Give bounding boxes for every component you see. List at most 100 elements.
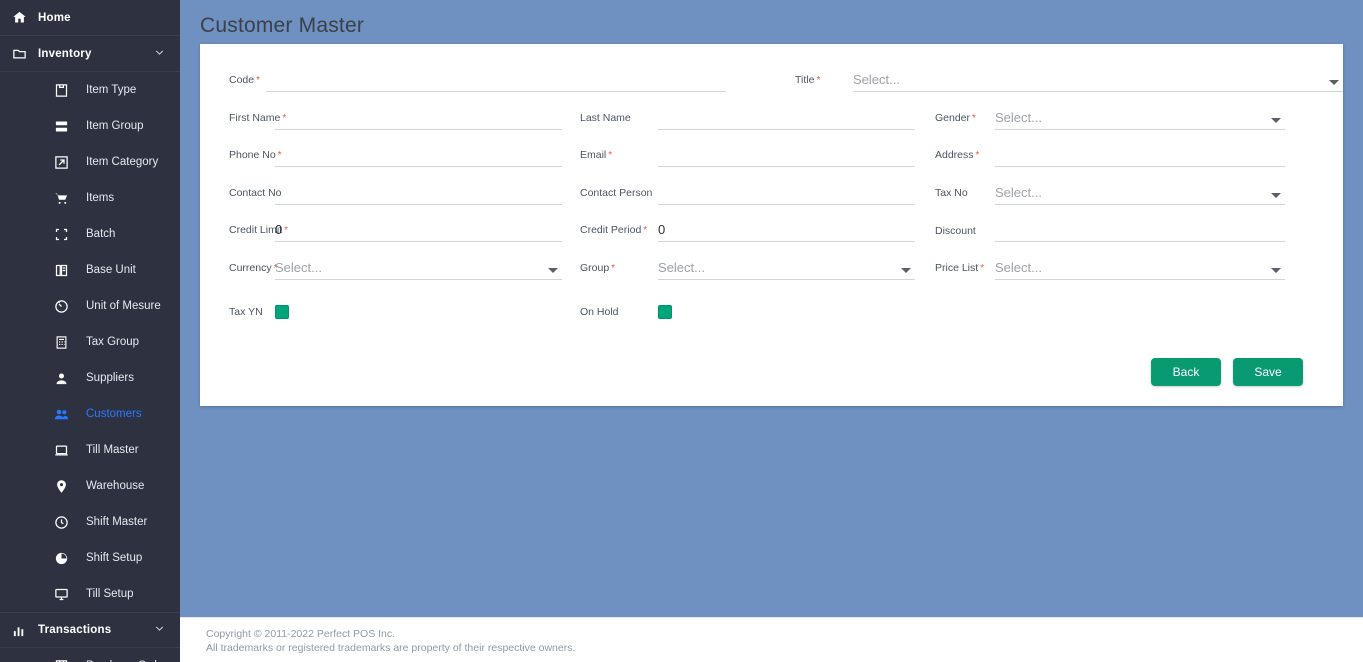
gender-select[interactable]: Select...: [995, 108, 1285, 130]
required-asterisk: *: [972, 112, 976, 124]
field-credit-limit: Credit Limit * 0: [200, 220, 562, 242]
sidebar-item-label: Item Group: [86, 120, 144, 132]
form-row-5: Credit Limit * 0 Credit Period * 0 Discoun…: [200, 220, 1343, 258]
on-hold-checkbox[interactable]: [658, 305, 672, 319]
field-value: 0: [275, 222, 283, 237]
folder-icon: [12, 46, 38, 61]
sidebar-item-warehouse[interactable]: Warehouse: [0, 468, 180, 504]
field-label: Tax No: [935, 187, 968, 199]
item-type-icon: [52, 81, 70, 99]
chevron-down-icon: [1271, 117, 1281, 123]
field-label: Email *: [580, 149, 613, 161]
customer-master-form-card: Code * Title * Select... First Name * La…: [200, 44, 1343, 406]
save-button[interactable]: Save: [1233, 358, 1303, 386]
field-label: Gender *: [935, 111, 976, 124]
last-name-input[interactable]: [658, 108, 915, 130]
code-input[interactable]: [266, 70, 726, 92]
sidebar-item-shift-master[interactable]: Shift Master: [0, 504, 180, 540]
field-placeholder: Select...: [275, 259, 322, 275]
chevron-down-icon: [1271, 192, 1281, 198]
sidebar-group-transactions[interactable]: Transactions: [0, 612, 180, 648]
person-icon: [52, 369, 70, 387]
field-label: Phone No *: [229, 149, 282, 161]
chevron-down-icon: [153, 622, 166, 638]
form-row-7: Tax YN On Hold: [200, 295, 1343, 329]
document-icon: [52, 657, 70, 662]
sidebar-group-inventory[interactable]: Inventory: [0, 36, 180, 72]
first-name-input[interactable]: [275, 108, 562, 130]
sidebar-item-item-group[interactable]: Item Group: [0, 108, 180, 144]
sidebar: Home Inventory Item Type Item Group Item…: [0, 0, 180, 662]
contact-no-input[interactable]: [275, 183, 562, 205]
field-label: Contact No: [229, 187, 282, 199]
field-label: Currency *: [229, 261, 278, 274]
calculator-icon: [52, 333, 70, 351]
sidebar-item-batch[interactable]: Batch: [0, 216, 180, 252]
field-placeholder: Select...: [853, 72, 900, 87]
customer-form: Code * Title * Select... First Name * La…: [200, 44, 1343, 406]
discount-input[interactable]: [995, 220, 1285, 242]
sidebar-item-suppliers[interactable]: Suppliers: [0, 360, 180, 396]
group-select[interactable]: Select...: [658, 258, 915, 280]
sidebar-item-item-category[interactable]: Item Category: [0, 144, 180, 180]
sidebar-item-till-setup[interactable]: Till Setup: [0, 576, 180, 612]
sidebar-item-purchase-order[interactable]: Purchase Order: [0, 648, 180, 662]
chevron-down-icon: [1329, 80, 1339, 85]
address-input[interactable]: [995, 145, 1285, 167]
sidebar-item-item-type[interactable]: Item Type: [0, 72, 180, 108]
sidebar-item-customers[interactable]: Customers: [0, 396, 180, 432]
field-label: Code *: [229, 74, 261, 86]
title-select[interactable]: Select...: [853, 70, 1343, 92]
contact-person-input[interactable]: [658, 183, 915, 205]
form-action-buttons: Back Save: [1151, 358, 1303, 386]
field-title: Title * Select...: [795, 70, 1343, 92]
tax-no-select[interactable]: Select...: [995, 183, 1285, 205]
credit-limit-input[interactable]: 0: [275, 220, 562, 242]
chevron-down-icon: [1271, 267, 1281, 273]
field-label: Discount: [935, 224, 976, 237]
sidebar-item-base-unit[interactable]: Base Unit: [0, 252, 180, 288]
field-tax-yn: Tax YN: [200, 305, 289, 319]
field-group: Group * Select...: [580, 258, 915, 280]
clock-refresh-icon: [52, 513, 70, 531]
field-contact-person: Contact Person: [580, 183, 915, 205]
sidebar-item-label: Tax Group: [86, 336, 140, 348]
sidebar-item-unit-of-mesure[interactable]: Unit of Mesure: [0, 288, 180, 324]
sidebar-item-items[interactable]: Items: [0, 180, 180, 216]
required-asterisk: *: [608, 150, 613, 161]
main-content: Customer Master Code* Title* Select...: [180, 0, 1363, 662]
field-label: Address *: [935, 149, 980, 161]
sidebar-item-label: Shift Setup: [86, 552, 143, 564]
email-input[interactable]: [658, 145, 915, 167]
required-asterisk: *: [611, 262, 616, 274]
sidebar-item-label: Item Type: [86, 84, 137, 96]
sidebar-item-label: Batch: [86, 228, 116, 240]
back-button[interactable]: Back: [1151, 358, 1221, 386]
base-unit-icon: [52, 261, 70, 279]
phone-no-input[interactable]: [275, 145, 562, 167]
price-list-select[interactable]: Select...: [995, 258, 1285, 280]
field-currency: Currency * Select...: [200, 258, 562, 280]
field-placeholder: Select...: [995, 259, 1042, 275]
tax-yn-checkbox[interactable]: [275, 305, 289, 319]
sidebar-item-label: Suppliers: [86, 372, 134, 384]
required-asterisk: *: [256, 75, 261, 86]
field-phone-no: Phone No *: [200, 145, 562, 167]
copyright-line-2: All trademarks or registered trademarks …: [206, 642, 576, 654]
field-tax-no: Tax No Select...: [935, 183, 1285, 205]
map-pin-icon: [52, 477, 70, 495]
cart-icon: [52, 189, 70, 207]
sidebar-item-label: Items: [86, 192, 115, 204]
sidebar-item-shift-setup[interactable]: Shift Setup: [0, 540, 180, 576]
sidebar-item-label: Shift Master: [86, 516, 148, 528]
sidebar-item-home[interactable]: Home: [0, 0, 180, 36]
item-category-icon: [52, 153, 70, 171]
sidebar-item-tax-group[interactable]: Tax Group: [0, 324, 180, 360]
copyright-line-1: Copyright © 2011-2022 Perfect POS Inc.: [206, 628, 396, 640]
home-icon: [12, 10, 38, 25]
sidebar-item-till-master[interactable]: Till Master: [0, 432, 180, 468]
form-row-4: Contact No Contact Person Tax No Select.…: [200, 183, 1343, 221]
currency-select[interactable]: Select...: [275, 258, 562, 280]
credit-period-input[interactable]: 0: [658, 220, 915, 242]
form-row-2: First Name * Last Name Gender * Select..…: [200, 108, 1343, 146]
